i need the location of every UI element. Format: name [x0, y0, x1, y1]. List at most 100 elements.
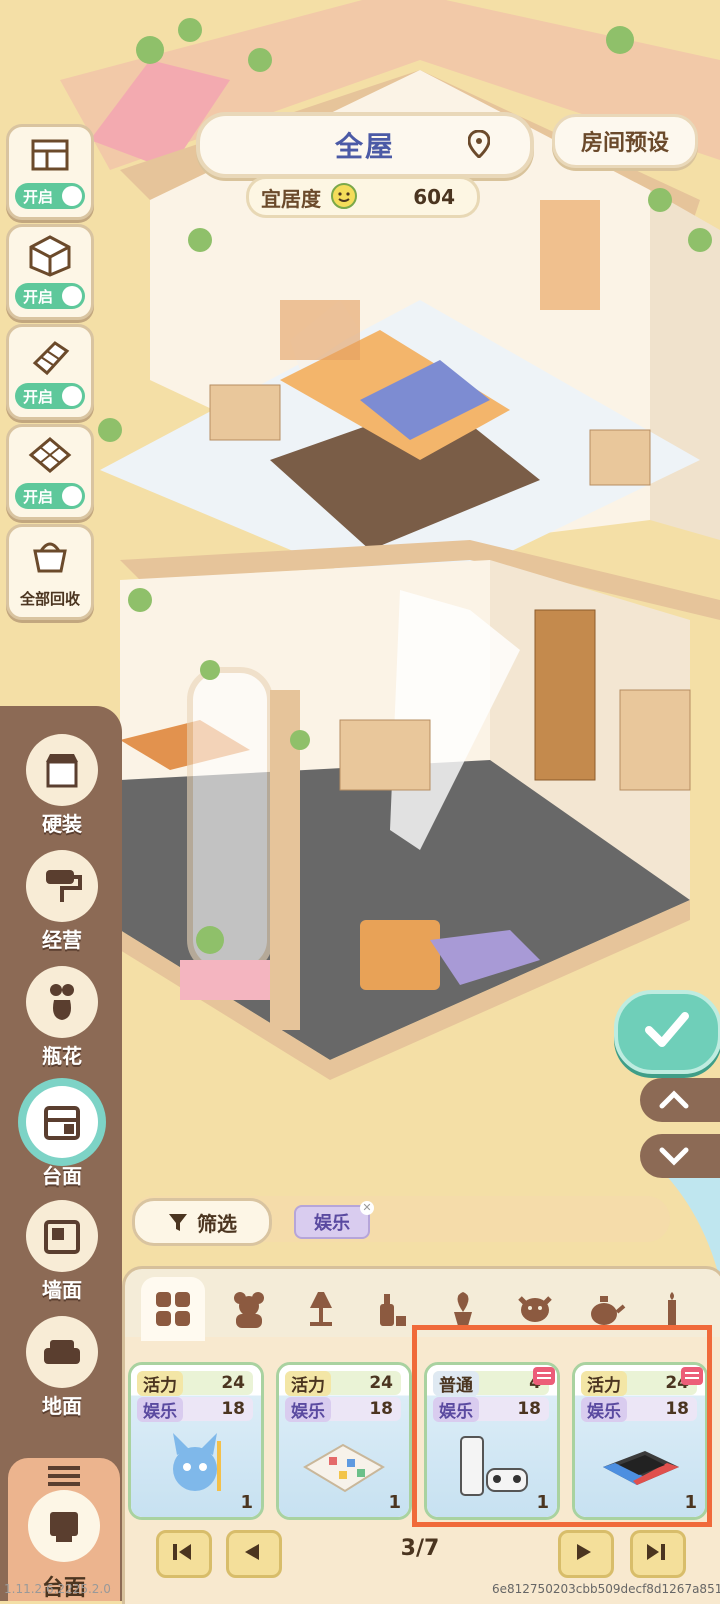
category-wall[interactable]: 墙面: [22, 1200, 102, 1303]
cat-plush-icon: [173, 1433, 221, 1491]
candle-icon: [668, 1292, 676, 1326]
floor-down-button[interactable]: [640, 1134, 720, 1178]
toggle-label: 开启: [23, 188, 54, 206]
prev-icon: [245, 1544, 259, 1560]
funnel-icon: [169, 1214, 187, 1231]
bottle-icon: [380, 1294, 406, 1326]
countertop-icon: [50, 1512, 78, 1542]
stat-value: 24: [221, 1373, 245, 1393]
cube-icon: [29, 235, 71, 277]
category-label: 经营: [42, 928, 82, 952]
room-preset-button[interactable]: 房间预设: [552, 114, 698, 168]
list-icon: [48, 1466, 80, 1486]
countertop-icon: [44, 1106, 80, 1140]
highlight-box: [412, 1325, 712, 1527]
build-hash: 6e812750203cbb509decf8d1267a8511: [492, 1582, 720, 1596]
stat-vitality: 活力 24: [285, 1370, 401, 1396]
toggle-label: 开启: [23, 488, 54, 506]
stat-label: 娱乐: [285, 1396, 331, 1422]
filter-tag-entertainment[interactable]: 娱乐 ✕: [294, 1201, 374, 1239]
category-label: 硬装: [42, 812, 82, 836]
teddy-bear-icon: [234, 1292, 264, 1328]
chevron-down-icon: [659, 1147, 689, 1166]
next-icon: [577, 1544, 591, 1560]
toggle-knob: [62, 286, 82, 306]
stair-tiles-icon: [32, 341, 70, 376]
shop-icon: [46, 754, 78, 788]
floor-tool-stairs[interactable]: 开启: [6, 324, 94, 420]
location-pin-icon: [468, 130, 490, 158]
checkmark-icon: [645, 1012, 689, 1047]
stat-label: 娱乐: [137, 1396, 183, 1422]
item-count: 1: [388, 1492, 401, 1513]
basket-icon: [33, 542, 67, 573]
comfort-label: 宜居度: [261, 186, 321, 211]
recycle-all-button[interactable]: 全部回收: [6, 524, 94, 620]
comfort-value: 604: [413, 185, 455, 209]
category-label: 地面: [42, 1394, 82, 1418]
category-label: 台面: [42, 1164, 82, 1188]
category-floor[interactable]: 地面: [22, 1316, 102, 1419]
location-selector[interactable]: 全屋: [196, 112, 534, 178]
subtab-all[interactable]: [141, 1277, 205, 1341]
stat-entertainment: 娱乐 18: [285, 1396, 401, 1422]
sofa-icon: [44, 1340, 80, 1364]
paint-roller-icon: [46, 870, 82, 902]
stat-entertainment: 娱乐 18: [137, 1396, 253, 1422]
smile-icon: [331, 183, 357, 209]
category-label: 瓶花: [42, 1044, 82, 1068]
subtab-toys[interactable]: [217, 1277, 281, 1341]
stairs-toggle[interactable]: 开启: [15, 383, 85, 409]
roof-toggle[interactable]: 开启: [15, 183, 85, 209]
next-page-button[interactable]: [558, 1530, 614, 1578]
floor-up-button[interactable]: [640, 1078, 720, 1122]
toggle-knob: [62, 486, 82, 506]
filter-tag-label: 娱乐: [314, 1213, 350, 1234]
stat-label: 活力: [285, 1370, 331, 1396]
category-hardware[interactable]: 硬装: [22, 734, 102, 837]
toggle-label: 开启: [23, 288, 54, 306]
confirm-button[interactable]: [614, 990, 720, 1074]
prev-page-button[interactable]: [226, 1530, 282, 1578]
wall-icon: [44, 1220, 80, 1254]
first-page-button[interactable]: [156, 1530, 212, 1578]
floor-tool-walls[interactable]: 开启: [6, 224, 94, 320]
category-vase[interactable]: 瓶花: [22, 966, 102, 1069]
board-game-icon: [303, 1443, 385, 1493]
item-card[interactable]: 活力 24 娱乐 18 1: [128, 1362, 264, 1520]
last-page-button[interactable]: [630, 1530, 686, 1578]
toggle-label: 开启: [23, 388, 54, 406]
category-business[interactable]: 经营: [22, 850, 102, 953]
stat-label: 活力: [137, 1370, 183, 1396]
category-countertop[interactable]: 台面: [22, 1086, 102, 1189]
stat-value: 24: [369, 1373, 393, 1393]
toggle-knob: [62, 386, 82, 406]
subtab-lamps[interactable]: [289, 1277, 353, 1341]
item-count: 1: [240, 1492, 253, 1513]
lamp-icon: [310, 1292, 332, 1326]
walls-toggle[interactable]: 开启: [15, 283, 85, 309]
teapot-icon: [591, 1296, 626, 1325]
category-label: 墙面: [42, 1278, 82, 1302]
grid-icon: [156, 1292, 190, 1326]
floor-tool-roof[interactable]: 开启: [6, 124, 94, 220]
floor-tile-icon: [28, 437, 72, 473]
floor-toggle[interactable]: 开启: [15, 483, 85, 509]
toggle-knob: [62, 186, 82, 206]
page-indicator: 3/7: [400, 1536, 440, 1561]
floor-tool-floor[interactable]: 开启: [6, 424, 94, 520]
chevron-up-icon: [659, 1090, 689, 1109]
vase-icon: [50, 984, 74, 1020]
comfort-indicator: 宜居度 604: [246, 176, 480, 218]
filter-button[interactable]: 筛选: [132, 1198, 272, 1246]
filter-label: 筛选: [197, 1211, 237, 1236]
skip-first-icon: [173, 1544, 191, 1560]
item-card[interactable]: 活力 24 娱乐 18 1: [276, 1362, 412, 1520]
bottom-tab-countertop[interactable]: 台面: [8, 1458, 120, 1601]
stat-value: 18: [369, 1399, 393, 1419]
floor-top-icon: [31, 139, 69, 171]
close-icon[interactable]: ✕: [360, 1201, 374, 1215]
skip-last-icon: [647, 1544, 665, 1560]
plant-icon: [454, 1292, 472, 1326]
stat-value: 18: [221, 1399, 245, 1419]
